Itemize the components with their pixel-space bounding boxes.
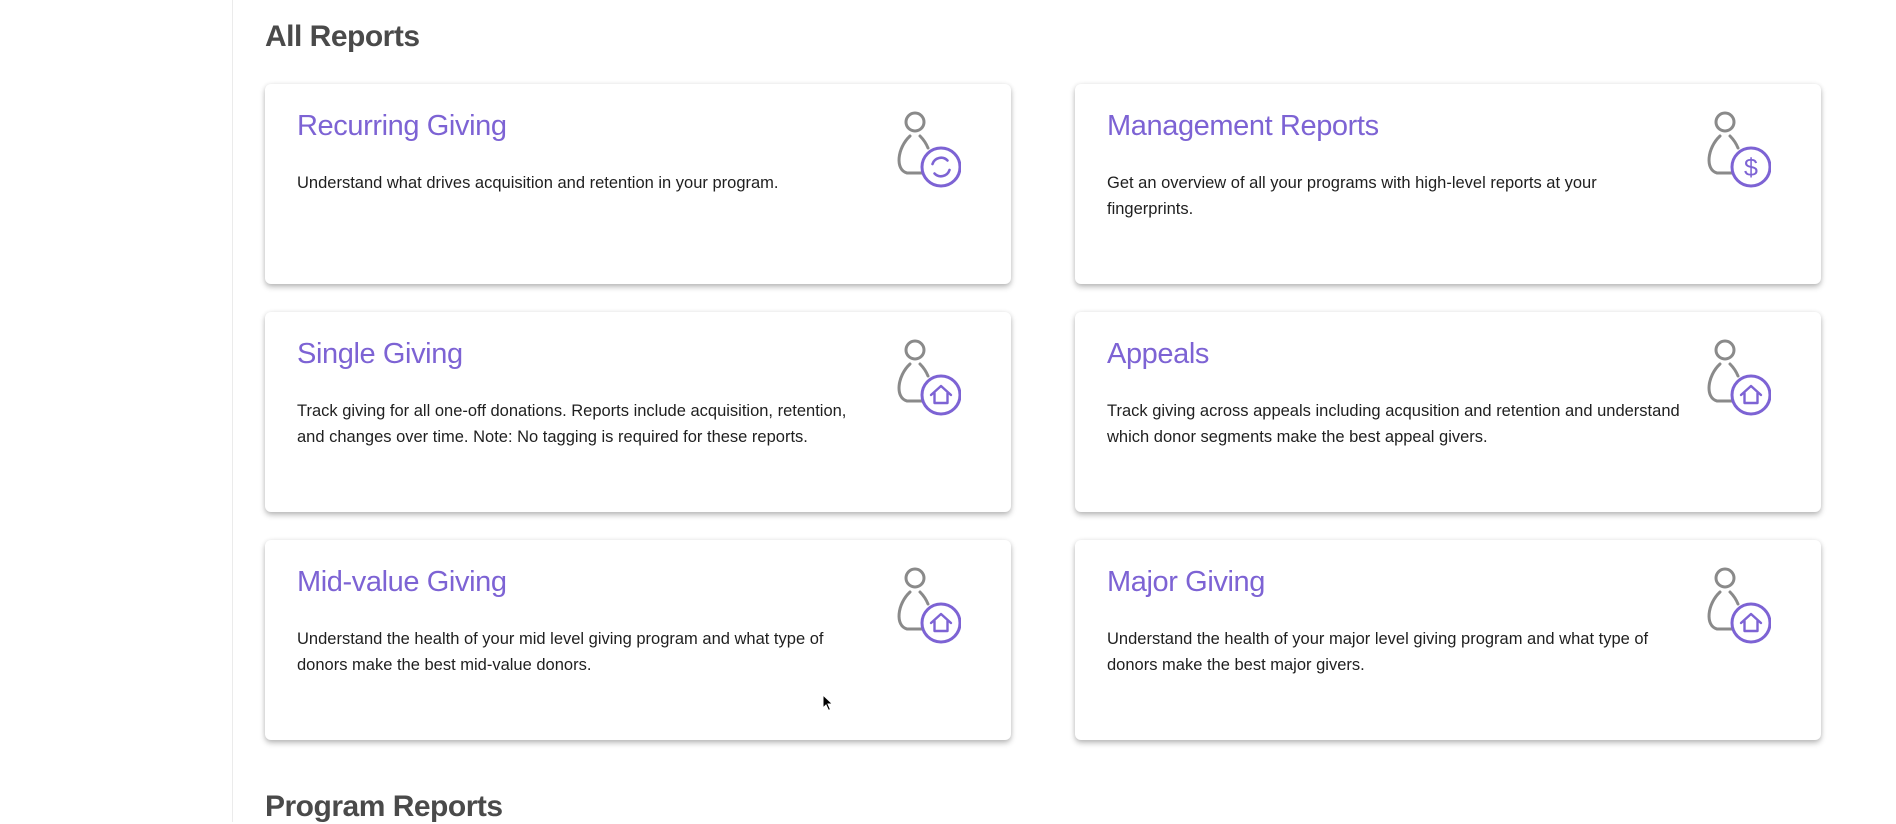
card-description: Understand what drives acquisition and r… xyxy=(297,174,779,192)
report-card-mid-value-giving[interactable]: Mid-value Giving Understand the health o… xyxy=(265,540,1011,740)
report-card-appeals[interactable]: Appeals Track giving across appeals incl… xyxy=(1075,312,1821,512)
sidebar xyxy=(0,0,233,822)
card-title: Major Giving xyxy=(1107,566,1265,598)
program-reports-title: Program Reports xyxy=(265,790,503,823)
user-dollar-icon: $ xyxy=(1707,111,1771,188)
mouse-cursor-icon xyxy=(822,694,834,712)
card-title: Single Giving xyxy=(297,338,463,370)
main-content: All Reports Recurring Giving Understand … xyxy=(233,0,1896,823)
report-cards: Recurring Giving Understand what drives … xyxy=(265,84,1821,740)
card-description: Get an overview of all your programs wit… xyxy=(1107,174,1597,218)
card-title: Appeals xyxy=(1107,338,1209,370)
svg-text:$: $ xyxy=(1744,154,1758,182)
card-title: Recurring Giving xyxy=(297,110,507,142)
user-home-icon xyxy=(897,339,961,416)
all-reports-title: All Reports xyxy=(265,20,420,53)
user-home-icon xyxy=(1707,567,1771,644)
card-title: Mid-value Giving xyxy=(297,566,507,598)
report-card-single-giving[interactable]: Single Giving Track giving for all one-o… xyxy=(265,312,1011,512)
card-description: Track giving for all one-off donations. … xyxy=(297,402,847,446)
card-title: Management Reports xyxy=(1107,110,1379,142)
user-home-icon xyxy=(897,567,961,644)
card-description: Understand the health of your mid level … xyxy=(297,630,824,674)
report-card-major-giving[interactable]: Major Giving Understand the health of yo… xyxy=(1075,540,1821,740)
report-card-recurring-giving[interactable]: Recurring Giving Understand what drives … xyxy=(265,84,1011,284)
card-description: Track giving across appeals including ac… xyxy=(1107,402,1680,446)
card-description: Understand the health of your major leve… xyxy=(1107,630,1649,674)
report-card-management-reports[interactable]: Management Reports Get an overview of al… xyxy=(1075,84,1821,284)
user-recurring-icon xyxy=(897,111,961,188)
user-home-icon xyxy=(1707,339,1771,416)
